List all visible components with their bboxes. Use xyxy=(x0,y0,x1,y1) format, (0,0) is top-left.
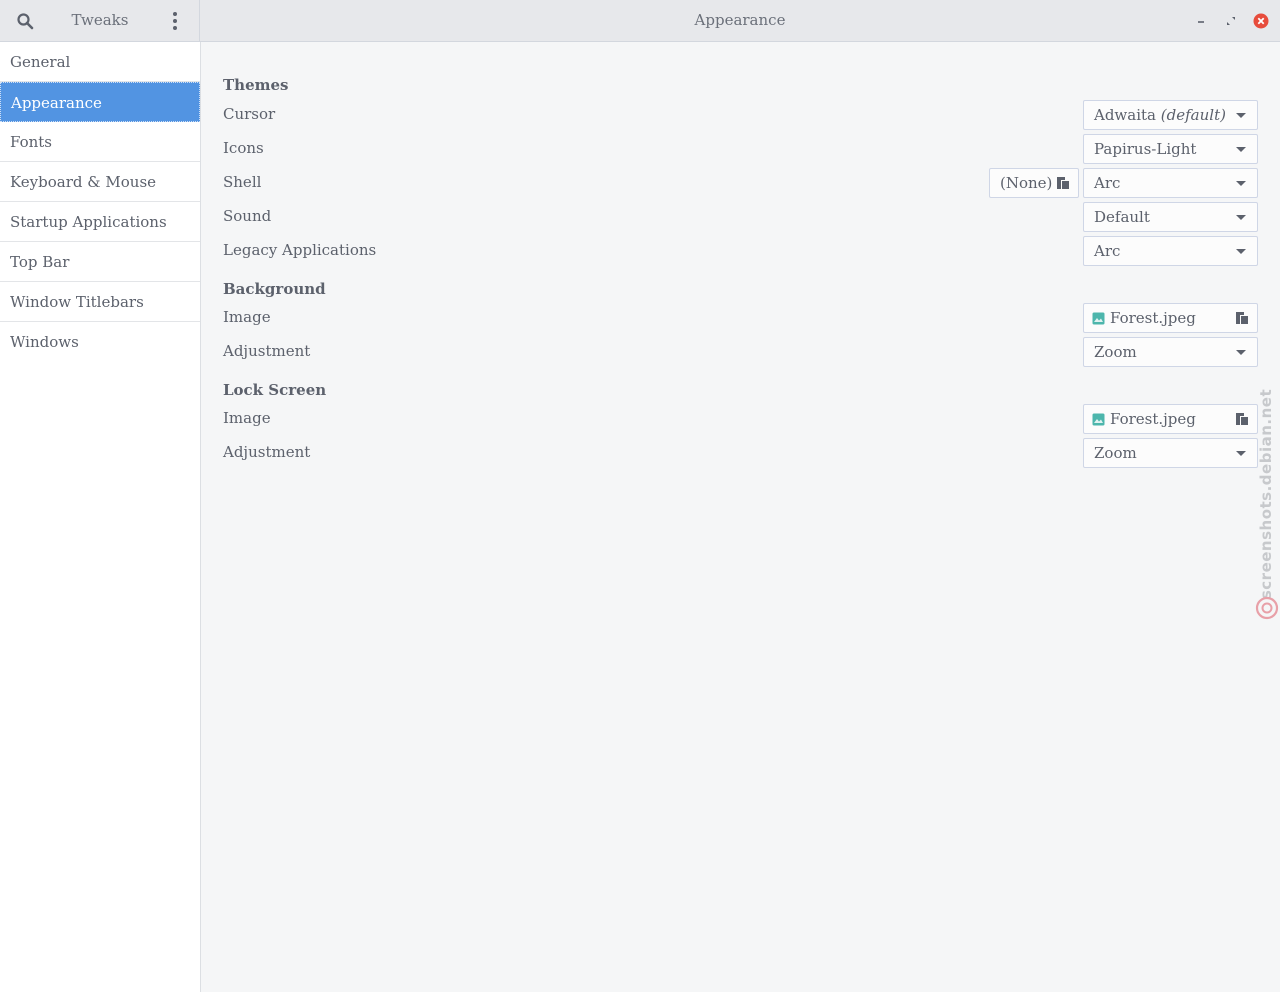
cursor-theme-dropdown[interactable]: Adwaita (default) xyxy=(1083,100,1258,130)
cursor-theme-default-note: (default) xyxy=(1160,106,1226,124)
search-icon[interactable] xyxy=(16,12,34,30)
sidebar-item-appearance[interactable]: Appearance xyxy=(0,82,200,122)
icons-theme-value: Papirus-Light xyxy=(1094,140,1197,158)
sidebar-item-window-titlebars[interactable]: Window Titlebars xyxy=(0,282,200,322)
lock-screen-image-value: Forest.jpeg xyxy=(1110,410,1196,428)
chevron-down-icon xyxy=(1236,113,1246,118)
shell-theme-dropdown[interactable]: Arc xyxy=(1083,168,1258,198)
background-heading: Background xyxy=(223,280,326,298)
background-image-file-chooser[interactable]: Forest.jpeg xyxy=(1083,303,1258,333)
app-title: Tweaks xyxy=(71,11,129,29)
themes-heading: Themes xyxy=(223,76,289,94)
close-icon[interactable] xyxy=(1253,13,1269,29)
sidebar-header: Tweaks xyxy=(0,0,200,41)
lock-screen-adjustment-value: Zoom xyxy=(1094,444,1137,462)
watermark-text: screenshots.debian.net xyxy=(1257,388,1275,600)
lock-screen-image-label: Image xyxy=(223,409,271,427)
shell-theme-value: Arc xyxy=(1094,174,1121,192)
debian-swirl-icon xyxy=(1255,596,1279,620)
sidebar-item-general[interactable]: General xyxy=(0,42,200,82)
chevron-down-icon xyxy=(1236,451,1246,456)
shell-file-chooser-button[interactable]: (None) xyxy=(989,168,1079,198)
header-bar: Tweaks Appearance xyxy=(0,0,1280,42)
minimize-icon[interactable] xyxy=(1193,13,1209,29)
chevron-down-icon xyxy=(1236,215,1246,220)
background-adjustment-dropdown[interactable]: Zoom xyxy=(1083,337,1258,367)
legacy-applications-label: Legacy Applications xyxy=(223,241,377,259)
sound-theme-value: Default xyxy=(1094,208,1150,226)
sidebar-item-fonts[interactable]: Fonts xyxy=(0,122,200,162)
icons-label: Icons xyxy=(223,139,264,157)
chevron-down-icon xyxy=(1236,147,1246,152)
lock-screen-heading: Lock Screen xyxy=(223,381,327,399)
lock-screen-adjustment-dropdown[interactable]: Zoom xyxy=(1083,438,1258,468)
watermark: screenshots.debian.net xyxy=(1254,380,1280,620)
vertical-dots-menu-icon[interactable] xyxy=(166,10,184,32)
image-file-icon xyxy=(1092,413,1105,426)
image-file-icon xyxy=(1092,312,1105,325)
cursor-theme-value: Adwaita (default) xyxy=(1094,106,1226,124)
sidebar-item-startup-applications[interactable]: Startup Applications xyxy=(0,202,200,242)
chevron-down-icon xyxy=(1236,181,1246,186)
sidebar-item-windows[interactable]: Windows xyxy=(0,322,200,362)
document-open-icon xyxy=(1057,177,1069,189)
lock-screen-adjustment-label: Adjustment xyxy=(223,443,311,461)
icons-theme-dropdown[interactable]: Papirus-Light xyxy=(1083,134,1258,164)
lock-screen-image-file-chooser[interactable]: Forest.jpeg xyxy=(1083,404,1258,434)
shell-file-value: (None) xyxy=(1000,174,1053,192)
window-title: Appearance xyxy=(694,11,786,29)
legacy-applications-theme-value: Arc xyxy=(1094,242,1121,260)
cursor-label: Cursor xyxy=(223,105,276,123)
chevron-down-icon xyxy=(1236,350,1246,355)
chevron-down-icon xyxy=(1236,249,1246,254)
sidebar: General Appearance Fonts Keyboard & Mous… xyxy=(0,42,201,992)
sound-theme-dropdown[interactable]: Default xyxy=(1083,202,1258,232)
background-adjustment-label: Adjustment xyxy=(223,342,311,360)
document-open-icon xyxy=(1236,312,1248,324)
background-image-value: Forest.jpeg xyxy=(1110,309,1196,327)
sidebar-item-top-bar[interactable]: Top Bar xyxy=(0,242,200,282)
background-image-label: Image xyxy=(223,308,271,326)
maximize-icon[interactable] xyxy=(1223,13,1239,29)
legacy-applications-theme-dropdown[interactable]: Arc xyxy=(1083,236,1258,266)
shell-label: Shell xyxy=(223,173,262,191)
background-adjustment-value: Zoom xyxy=(1094,343,1137,361)
document-open-icon xyxy=(1236,413,1248,425)
sound-label: Sound xyxy=(223,207,272,225)
sidebar-item-keyboard-mouse[interactable]: Keyboard & Mouse xyxy=(0,162,200,202)
